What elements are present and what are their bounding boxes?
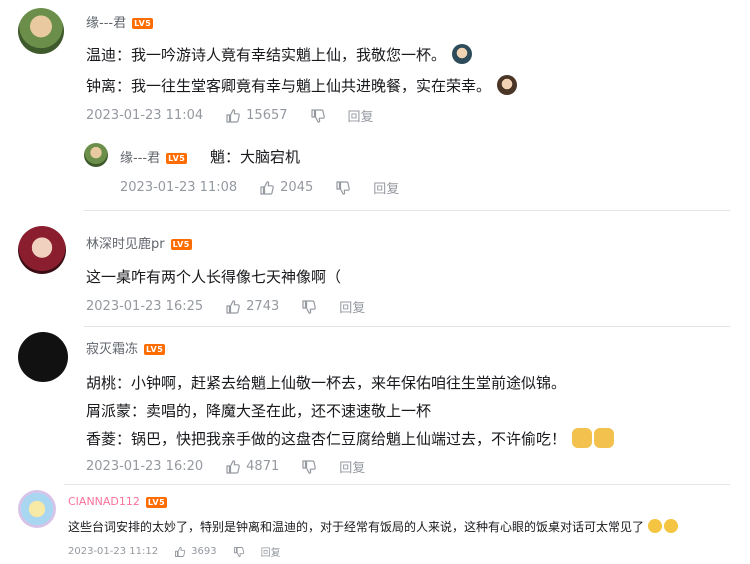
avatar[interactable] [18, 490, 56, 528]
level-badge: LV5 [145, 496, 168, 508]
dislike-button[interactable] [335, 180, 351, 196]
divider [84, 326, 730, 327]
like-count: 4871 [246, 459, 280, 474]
username[interactable]: 缘---君 LV5 [86, 12, 154, 31]
reply-meta: 2023-01-23 11:08 2045 回复 [120, 178, 399, 197]
comment-meta: 2023-01-23 16:20 4871 回复 [86, 457, 365, 476]
like-button[interactable]: 4871 [225, 459, 279, 475]
reply-username[interactable]: 缘---君 LV5 [120, 147, 188, 166]
sticker-icon [452, 44, 473, 64]
reply-text: 魈：大脑宕机 [210, 148, 301, 166]
username-text[interactable]: 缘---君 [86, 16, 126, 31]
comment-meta: 2023-01-23 11:12 3693 回复 [68, 544, 281, 559]
dislike-button[interactable] [301, 459, 317, 475]
divider [64, 484, 730, 485]
thumb-down-icon [335, 180, 351, 196]
reply-button[interactable]: 回复 [339, 297, 365, 316]
thumb-down-icon [301, 459, 317, 475]
thumb-up-icon [174, 546, 186, 558]
like-button[interactable]: 15657 [225, 108, 288, 124]
comment-text: 胡桃：小钟啊，赶紧去给魈上仙敬一杯去，来年保佑咱往生堂前途似锦。 [86, 374, 567, 392]
comment-meta: 2023-01-23 16:25 2743 回复 [86, 297, 365, 316]
dog-emoji-icon [572, 428, 593, 448]
comment-text: 屑派蒙：卖唱的，降魔大圣在此，还不速速敬上一杯 [86, 402, 432, 420]
like-button[interactable]: 2045 [259, 180, 313, 196]
comment-line: 香菱：锅巴，快把我亲手做的这盘杏仁豆腐给魈上仙端过去，不许偷吃！ [86, 428, 615, 449]
timestamp: 2023-01-23 16:20 [86, 459, 204, 474]
timestamp: 2023-01-23 11:12 [68, 546, 159, 557]
username-text[interactable]: 缘---君 [120, 151, 160, 166]
username-text[interactable]: CIANNAD112 [68, 495, 140, 508]
username[interactable]: CIANNAD112 LV5 [68, 495, 168, 508]
thumb-up-icon [259, 180, 275, 196]
like-button[interactable]: 2743 [225, 299, 279, 315]
sticker-icon [497, 75, 518, 95]
avatar[interactable] [84, 143, 108, 167]
thumb-down-icon [301, 299, 317, 315]
like-count: 3693 [191, 546, 217, 557]
reply-button[interactable]: 回复 [339, 457, 365, 476]
divider [84, 210, 730, 211]
comment-text: 温迪：我一吟游诗人竟有幸结实魈上仙，我敬您一杯。 [86, 46, 447, 64]
timestamp: 2023-01-23 16:25 [86, 299, 204, 314]
thumb-up-icon [225, 459, 241, 475]
comment-line: 温迪：我一吟游诗人竟有幸结实魈上仙，我敬您一杯。 [86, 44, 473, 65]
level-badge: LV5 [132, 18, 154, 29]
username[interactable]: 寂灭霜冻 LV5 [86, 338, 166, 357]
comment-text: 这一桌咋有两个人长得像七天神像啊（ [86, 268, 342, 286]
reply-button[interactable]: 回复 [348, 106, 374, 125]
username[interactable]: 林深时见鹿pr LV5 [86, 233, 192, 252]
comment-text: 这些台词安排的太妙了，特别是钟离和温迪的，对于经常有饭局的人来说，这种有心眼的饭… [68, 520, 645, 534]
like-count: 2743 [246, 299, 280, 314]
dog-emoji-icon [594, 428, 615, 448]
thumb-up-icon [225, 299, 241, 315]
level-badge: LV5 [144, 344, 166, 355]
avatar[interactable] [18, 8, 64, 54]
reply-button[interactable]: 回复 [261, 544, 281, 559]
comment-text: 香菱：锅巴，快把我亲手做的这盘杏仁豆腐给魈上仙端过去，不许偷吃！ [86, 430, 567, 448]
crying-emoji-icon [648, 519, 663, 533]
username-text[interactable]: 林深时见鹿pr [86, 237, 165, 252]
timestamp: 2023-01-23 11:08 [120, 180, 238, 195]
thumb-up-icon [225, 108, 241, 124]
crying-emoji-icon [664, 519, 679, 533]
level-badge: LV5 [170, 239, 192, 250]
thumb-down-icon [233, 546, 245, 558]
like-button[interactable]: 3693 [174, 546, 217, 558]
dislike-button[interactable] [301, 299, 317, 315]
like-count: 15657 [246, 108, 288, 123]
comment-meta: 2023-01-23 11:04 15657 回复 [86, 106, 374, 125]
dislike-button[interactable] [233, 546, 245, 558]
level-badge: LV5 [166, 153, 188, 164]
comment-text: 钟离：我一往生堂客卿竟有幸与魈上仙共进晚餐，实在荣幸。 [86, 77, 492, 95]
like-count: 2045 [280, 180, 314, 195]
avatar[interactable] [18, 226, 66, 274]
thumb-down-icon [310, 108, 326, 124]
reply-button[interactable]: 回复 [373, 178, 399, 197]
username-text[interactable]: 寂灭霜冻 [86, 342, 138, 357]
dislike-button[interactable] [310, 108, 326, 124]
timestamp: 2023-01-23 11:04 [86, 108, 204, 123]
comment-line: 这些台词安排的太妙了，特别是钟离和温迪的，对于经常有饭局的人来说，这种有心眼的饭… [68, 518, 679, 535]
comment-line: 钟离：我一往生堂客卿竟有幸与魈上仙共进晚餐，实在荣幸。 [86, 75, 518, 96]
avatar[interactable] [18, 332, 68, 382]
